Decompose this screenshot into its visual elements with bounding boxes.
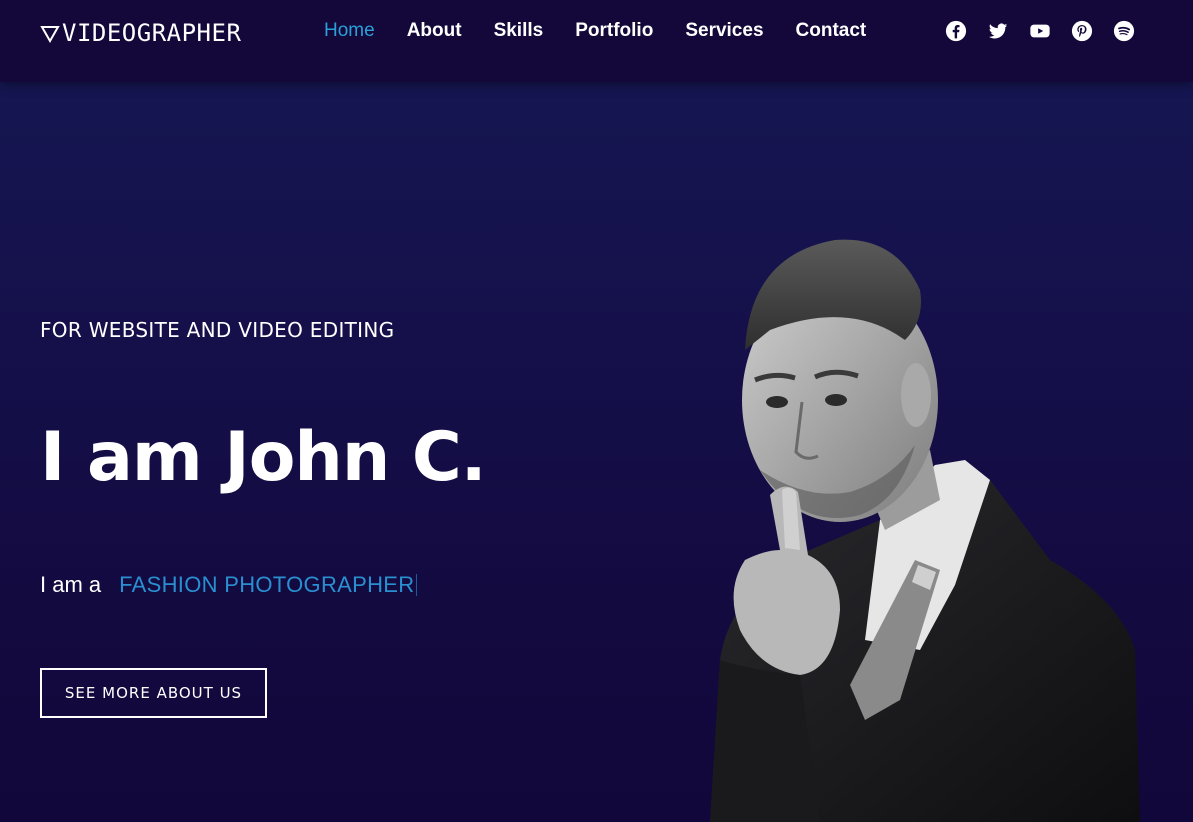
youtube-icon[interactable] (1029, 20, 1051, 42)
logo-triangle-icon (40, 26, 60, 43)
pinterest-icon[interactable] (1071, 20, 1093, 42)
nav-item-services[interactable]: Services (685, 20, 763, 42)
nav-item-contact[interactable]: Contact (796, 20, 867, 42)
main-nav: Home About Skills Portfolio Services Con… (324, 18, 866, 44)
site-logo[interactable]: VIDEOGRAPHER (40, 18, 241, 48)
nav-item-about[interactable]: About (407, 20, 462, 42)
portrait-photo (710, 239, 1140, 822)
see-more-button[interactable]: SEE MORE ABOUT US (40, 668, 267, 718)
hero-headline: I am John C. (40, 418, 487, 497)
nav-item-portfolio[interactable]: Portfolio (575, 20, 653, 42)
site-header: VIDEOGRAPHER Home About Skills Portfolio… (0, 0, 1193, 82)
twitter-icon[interactable] (987, 20, 1009, 42)
facebook-icon[interactable] (945, 20, 967, 42)
role-prefix: I am a (40, 572, 102, 597)
nav-item-skills[interactable]: Skills (494, 20, 544, 42)
hero-role-line: I am a FASHION PHOTOGRAPHER (40, 572, 418, 598)
nav-item-home[interactable]: Home (324, 20, 375, 42)
typing-cursor (416, 574, 418, 596)
social-links (945, 20, 1135, 42)
hero-eyebrow: FOR WEBSITE AND VIDEO EDITING (40, 318, 395, 342)
logo-text: VIDEOGRAPHER (62, 19, 242, 47)
spotify-icon[interactable] (1113, 20, 1135, 42)
role-typed-text: FASHION PHOTOGRAPHER (119, 572, 415, 597)
